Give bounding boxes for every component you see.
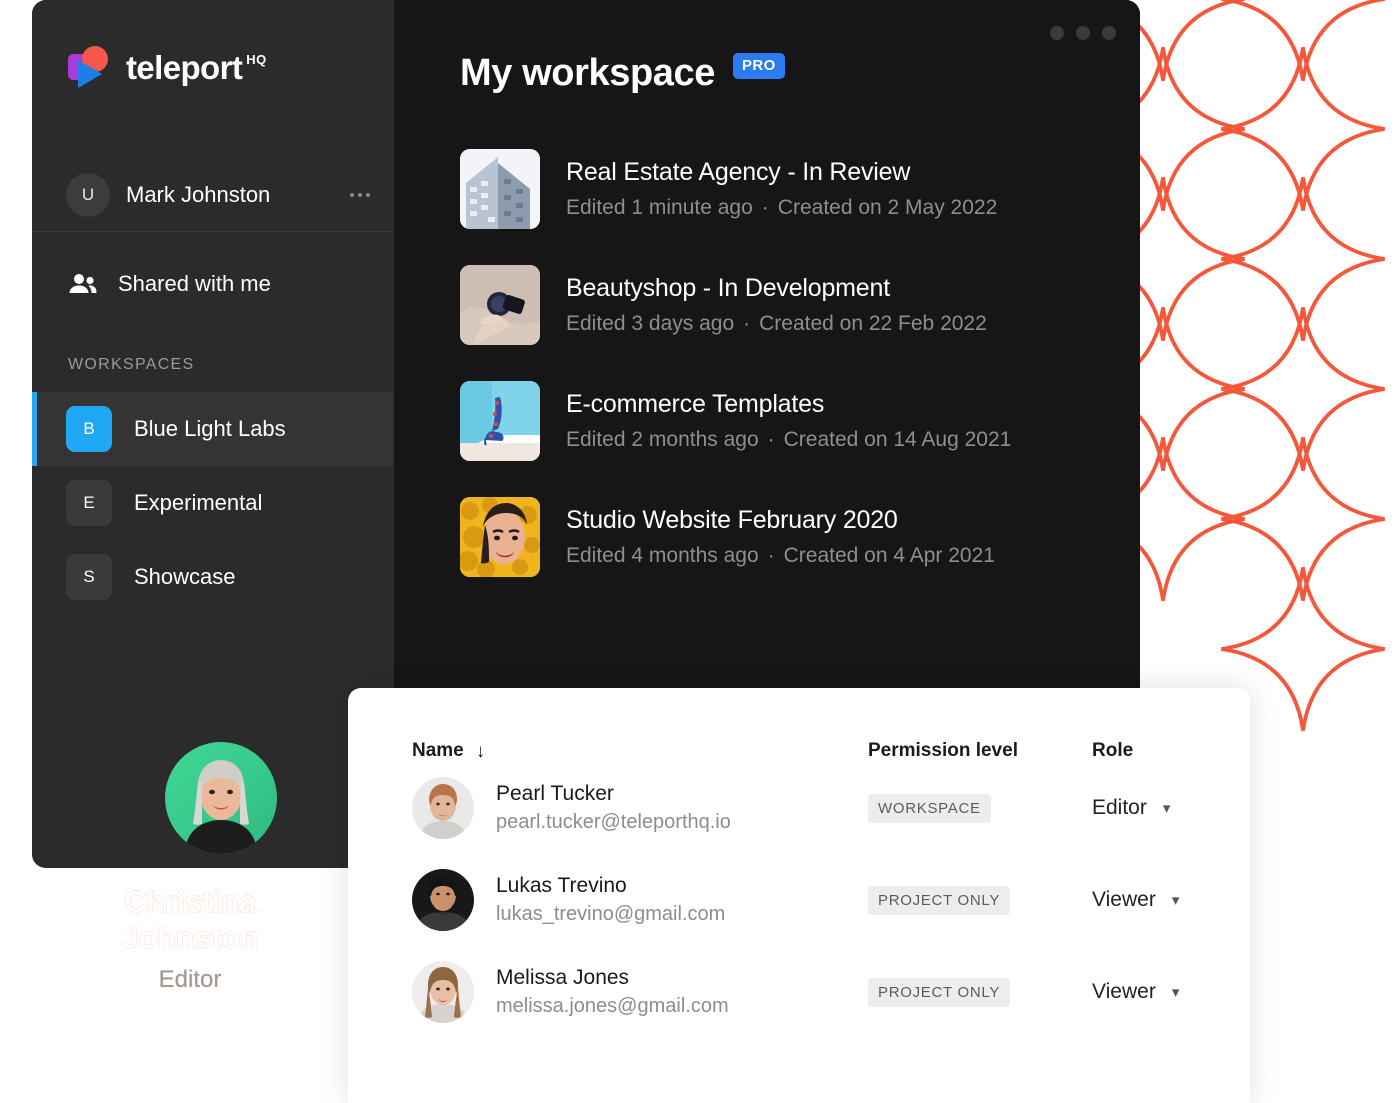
status-badge: PROJECT ONLY: [868, 977, 1011, 1007]
avatar-lukas: [412, 869, 474, 931]
chevron-down-icon[interactable]: ▾: [1172, 983, 1180, 1001]
column-header-permission: Permission level: [868, 740, 1018, 761]
sidebar: teleport HQ U Mark Johnston Shared with …: [32, 0, 394, 868]
sidebar-item-label: Shared with me: [118, 271, 271, 296]
list-item[interactable]: Beautyshop - In Development Edited 3 day…: [460, 247, 1140, 363]
role-value[interactable]: Editor: [1092, 796, 1147, 820]
pro-badge: PRO: [732, 52, 785, 79]
profile-name: Christina Johnston: [121, 884, 259, 955]
project-title: E-commerce Templates: [566, 390, 825, 418]
people-icon: [68, 272, 98, 296]
list-item[interactable]: Studio Website February 2020 Edited 4 mo…: [460, 479, 1140, 595]
project-meta: Edited 3 days ago · Created on 22 Feb 2022: [566, 312, 987, 335]
project-edited: Edited 1 minute ago: [566, 196, 753, 219]
project-thumbnail-building: [460, 149, 540, 229]
workspace-badge: S: [66, 554, 112, 600]
member-email: lukas_trevino@gmail.com: [496, 903, 726, 925]
page-title: My workspace: [460, 52, 715, 94]
workspace-badge: E: [66, 480, 112, 526]
column-header-role: Role: [1092, 740, 1134, 761]
member-email: pearl.tucker@teleporthq.io: [496, 811, 731, 833]
member-name: Lukas Trevino: [496, 874, 627, 897]
role-value[interactable]: Viewer: [1092, 888, 1156, 912]
project-meta: Edited 4 months ago · Created on 4 Apr 202…: [566, 544, 995, 567]
workspace-badge: B: [66, 406, 112, 452]
profile-caption: Christina Johnston Editor: [55, 884, 325, 994]
status-badge: PROJECT ONLY: [868, 885, 1011, 915]
project-meta: Edited 2 months ago · Created on 14 Aug 20…: [566, 428, 1012, 451]
sidebar-user-row[interactable]: U Mark Johnston: [32, 158, 394, 232]
workspaces-list: B Blue Light Labs E Experimental S Showc…: [32, 392, 394, 614]
arrow-down-icon[interactable]: ↓: [476, 742, 486, 761]
project-created: Created on 22 Feb 2022: [759, 312, 987, 335]
chevron-down-icon[interactable]: ▾: [1172, 891, 1180, 909]
chevron-down-icon[interactable]: ▾: [1163, 799, 1171, 817]
avatar-pearl: [412, 777, 474, 839]
user-avatar-initial: U: [66, 172, 110, 217]
window-controls-icon[interactable]: [1050, 26, 1116, 40]
sidebar-item-experimental[interactable]: E Experimental: [32, 466, 394, 540]
screenshot-root: teleport HQ U Mark Johnston Shared with …: [0, 0, 1400, 1103]
workspace-label: Showcase: [134, 564, 236, 589]
user-name: Mark Johnston: [126, 181, 271, 207]
role-value[interactable]: Viewer: [1092, 980, 1156, 1004]
brand-logo-block[interactable]: teleport HQ: [32, 0, 394, 88]
project-created: Created on 14 Aug 2021: [783, 428, 1012, 451]
member-email: melissa.jones@gmail.com: [496, 995, 729, 1017]
table-row[interactable]: Pearl Tucker pearl.tucker@teleporthq.io …: [348, 762, 1250, 854]
list-item[interactable]: Real Estate Agency - In Review Edited 1 …: [460, 131, 1140, 247]
page-header: My workspace PRO: [394, 0, 1140, 95]
more-dots-icon[interactable]: [350, 192, 370, 197]
sidebar-item-showcase[interactable]: S Showcase: [32, 540, 394, 614]
sidebar-section-workspaces: WORKSPACES: [68, 356, 195, 373]
project-edited: Edited 3 days ago: [566, 312, 735, 335]
avatar-melissa: [412, 961, 474, 1023]
avatar-christina: [165, 742, 277, 854]
project-edited: Edited 4 months ago: [566, 544, 759, 567]
project-title: Real Estate Agency - In Review: [566, 158, 911, 186]
members-table-header: Name ↓ Permission level Role: [348, 688, 1250, 762]
workspace-label: Experimental: [134, 490, 263, 515]
sidebar-item-blue-light-labs[interactable]: B Blue Light Labs: [32, 392, 394, 466]
project-title: Beautyshop - In Development: [566, 274, 890, 302]
project-created: Created on 2 May 2022: [777, 196, 998, 219]
member-name: Pearl Tucker: [496, 782, 614, 805]
project-thumbnail-shoe: [460, 381, 540, 461]
column-header-name[interactable]: Name: [412, 740, 464, 762]
table-row[interactable]: Lukas Trevino lukas_trevino@gmail.com PR…: [348, 854, 1250, 946]
sidebar-item-shared-with-me[interactable]: Shared with me: [32, 250, 394, 318]
brand-name: teleport: [126, 48, 243, 86]
status-badge: WORKSPACE: [868, 793, 991, 823]
list-item[interactable]: E-commerce Templates Edited 2 months ago…: [460, 363, 1140, 479]
project-thumbnail-portrait: [460, 497, 540, 577]
members-panel: Name ↓ Permission level Role Pearl Tucke…: [348, 688, 1250, 1103]
project-thumbnail-cosmetics: [460, 265, 540, 345]
profile-role: Editor: [158, 966, 222, 993]
project-title: Studio Website February 2020: [566, 506, 898, 534]
table-row[interactable]: Melissa Jones melissa.jones@gmail.com PR…: [348, 946, 1250, 1038]
brand-suffix: HQ: [246, 51, 267, 67]
teleport-logo-icon: [68, 46, 114, 88]
project-created: Created on 4 Apr 2021: [783, 544, 995, 567]
projects-list: Real Estate Agency - In Review Edited 1 …: [394, 131, 1140, 595]
project-edited: Edited 2 months ago: [566, 428, 759, 451]
workspace-label: Blue Light Labs: [134, 416, 286, 441]
member-name: Melissa Jones: [496, 966, 630, 989]
project-meta: Edited 1 minute ago · Created on 2 May 202…: [566, 196, 998, 219]
